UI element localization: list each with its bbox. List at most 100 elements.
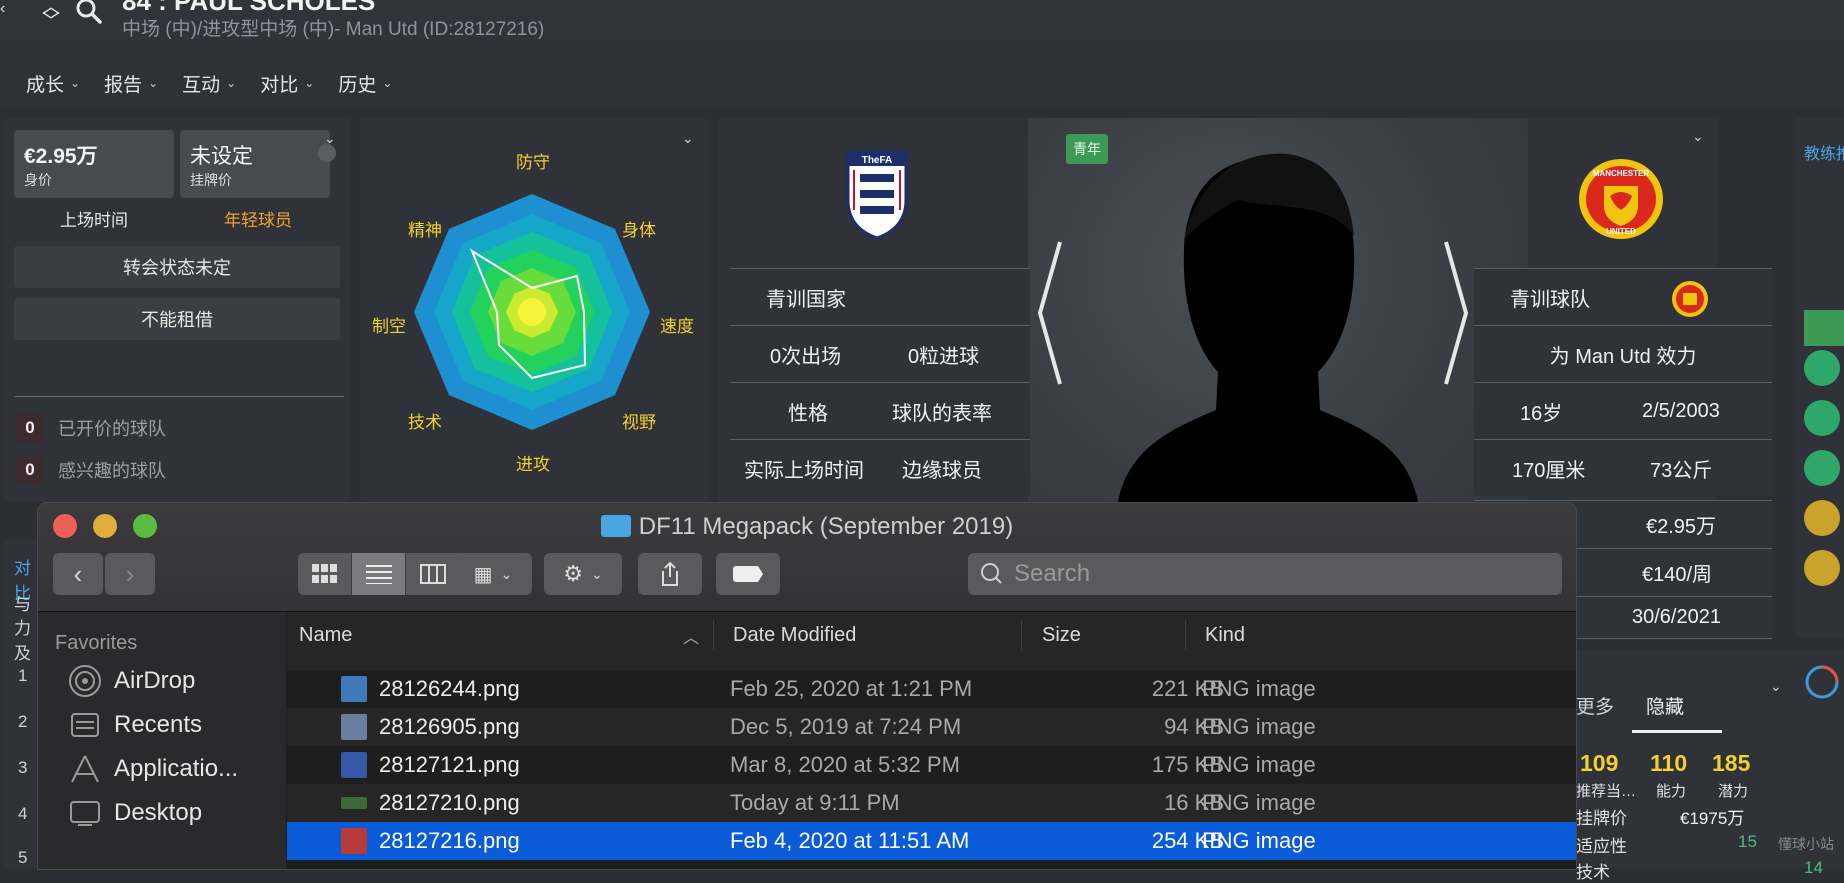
recents-icon bbox=[68, 708, 102, 742]
tab-underline bbox=[1632, 730, 1722, 733]
nav-label: 历史 bbox=[338, 74, 377, 96]
radar-label-speed: 速度 bbox=[660, 317, 694, 336]
chevron-down-icon[interactable]: ⌄ bbox=[1770, 678, 1782, 695]
tab-hidden[interactable]: 隐藏 bbox=[1646, 692, 1684, 719]
column-view-button[interactable] bbox=[406, 553, 460, 595]
back-arrow-icon[interactable]: ‹ bbox=[0, 0, 12, 20]
info-row-appearances: 0次出场 0粒进球 bbox=[730, 325, 1030, 382]
group-by-button[interactable]: ▦ ⌄ bbox=[454, 553, 532, 595]
column-header-size[interactable]: Size bbox=[1042, 624, 1081, 647]
interest-row[interactable]: 0 感兴趣的球队 bbox=[16, 456, 166, 484]
file-name: 28126905.png bbox=[379, 714, 520, 739]
asking-price-box[interactable]: 未设定 挂牌价 bbox=[180, 130, 330, 198]
row-number: 4 bbox=[18, 804, 28, 823]
potential-label: 潜力 bbox=[1718, 783, 1749, 800]
column-header-name[interactable]: Name bbox=[299, 624, 352, 647]
tags-button[interactable] bbox=[716, 553, 780, 595]
adaptability-value: 15 bbox=[1738, 832, 1757, 851]
search-icon[interactable] bbox=[74, 0, 104, 28]
row-number: 3 bbox=[18, 758, 28, 777]
value-box[interactable]: €2.95万 身价 bbox=[14, 130, 174, 198]
club-mini-crest-icon bbox=[1672, 281, 1708, 317]
table-row-selected[interactable]: 28127216.png Feb 4, 2020 at 11:51 AM 254… bbox=[287, 822, 1576, 860]
nav-reports[interactable]: 报告 ⌄ bbox=[92, 68, 170, 98]
chevron-down-icon: ⌄ bbox=[70, 76, 81, 90]
action-button[interactable]: ⚙ ⌄ bbox=[544, 553, 622, 595]
table-row[interactable] bbox=[287, 658, 1576, 670]
up-down-arrows[interactable]: ︿ ﹀ bbox=[34, 0, 68, 36]
nav-compare[interactable]: 对比 ⌄ bbox=[248, 68, 326, 98]
info-row-plays-for: 为 Man Utd 效力 bbox=[1474, 325, 1772, 382]
sidebar-item-airdrop[interactable]: AirDrop bbox=[68, 664, 195, 698]
column-header-kind[interactable]: Kind bbox=[1205, 624, 1245, 647]
youth-tag: 青年 bbox=[1066, 134, 1108, 164]
refresh-icon[interactable] bbox=[1804, 664, 1840, 700]
list-view-button[interactable] bbox=[352, 553, 406, 595]
playing-time-label: 实际上场时间 bbox=[744, 459, 864, 482]
player-profile-panel: ⌄ TheFA MANCHESTER UNITED 青年 青训国家 0次出场 0… bbox=[718, 118, 1772, 502]
handshake-icon[interactable] bbox=[1804, 500, 1840, 536]
chevron-down-icon[interactable]: ﹀ bbox=[34, 12, 68, 30]
potential-value: 185 bbox=[1712, 750, 1751, 776]
table-row[interactable]: 28127121.png Mar 8, 2020 at 5:32 PM 175 … bbox=[287, 746, 1576, 784]
nav-interaction[interactable]: 互动 ⌄ bbox=[170, 68, 248, 98]
column-divider[interactable] bbox=[713, 620, 714, 650]
share-icon bbox=[662, 561, 678, 586]
table-row[interactable]: 28127210.png Today at 9:11 PM 16 KB PNG … bbox=[287, 784, 1576, 822]
chevron-down-icon[interactable]: ⌄ bbox=[324, 130, 336, 147]
search-icon bbox=[981, 563, 1002, 584]
asking-amount: 未设定 bbox=[190, 145, 253, 168]
dna-icon[interactable] bbox=[1804, 350, 1840, 386]
table-row[interactable]: 28126244.png Feb 25, 2020 at 1:21 PM 221… bbox=[287, 670, 1576, 708]
file-date: Dec 5, 2019 at 7:24 PM bbox=[730, 714, 962, 739]
back-button[interactable]: ‹ bbox=[53, 553, 103, 595]
tab-more[interactable]: 更多 bbox=[1576, 692, 1614, 719]
icon-view-button[interactable] bbox=[298, 553, 352, 595]
finder-window: DF11 Megapack (September 2019) ‹ › ▦ ⌄ ⚙ ⌄… bbox=[37, 502, 1577, 870]
column-header-date[interactable]: Date Modified bbox=[733, 624, 856, 647]
head-icon[interactable] bbox=[1804, 400, 1840, 436]
chevron-down-icon: ⌄ bbox=[226, 76, 237, 90]
chevron-down-icon[interactable]: ⌄ bbox=[682, 130, 694, 147]
file-date: Today at 9:11 PM bbox=[730, 790, 900, 815]
forward-button[interactable]: › bbox=[105, 553, 155, 595]
nav-development[interactable]: 成长 ⌄ bbox=[0, 68, 92, 98]
sort-ascending-icon[interactable]: ︿ bbox=[683, 624, 699, 648]
search-input[interactable] bbox=[1012, 559, 1536, 589]
offers-row[interactable]: 0 已开价的球队 bbox=[16, 414, 166, 442]
share-button[interactable] bbox=[638, 553, 702, 595]
coach-panel: 教练推 bbox=[1796, 118, 1844, 638]
desktop-icon bbox=[68, 796, 102, 830]
watermark-text: 懂球小站 bbox=[1778, 836, 1834, 852]
sidebar-item-label: Applicatio... bbox=[114, 755, 239, 782]
coach-recommendation-label[interactable]: 教练推 bbox=[1804, 140, 1844, 164]
playing-time-value: 边缘球员 bbox=[902, 459, 982, 482]
sidebar-item-recents[interactable]: Recents bbox=[68, 708, 202, 742]
transfer-status-button[interactable]: 转会状态未定 bbox=[14, 246, 340, 288]
fa-badge-logo: TheFA bbox=[846, 150, 908, 240]
file-name: 28126244.png bbox=[379, 676, 520, 701]
file-name: 28127121.png bbox=[379, 752, 520, 777]
loan-status-button[interactable]: 不能租借 bbox=[14, 298, 340, 340]
cone-icon[interactable] bbox=[1804, 550, 1840, 586]
favorites-heading: Favorites bbox=[55, 632, 138, 654]
attribute-radar-panel: ⌄ 防守 身体 速度 视野 进攻 技术 制空 精神 bbox=[360, 118, 708, 502]
value-row-amount: €2.95万 bbox=[1646, 516, 1717, 538]
file-kind: PNG image bbox=[1202, 790, 1316, 815]
radar-label-technique: 技术 bbox=[408, 413, 442, 432]
sidebar-item-applications[interactable]: Applicatio... bbox=[68, 752, 238, 786]
column-divider[interactable] bbox=[1185, 620, 1186, 650]
sidebar-item-desktop[interactable]: Desktop bbox=[68, 796, 202, 830]
nav-history[interactable]: 历史 ⌄ bbox=[326, 68, 404, 98]
ability-label: 能力 bbox=[1656, 783, 1687, 800]
nav-label: 报告 bbox=[104, 74, 143, 96]
column-divider[interactable] bbox=[1021, 620, 1022, 650]
radar-label-aerial: 制空 bbox=[372, 317, 406, 336]
search-field[interactable] bbox=[968, 553, 1562, 595]
next-photo-icon[interactable] bbox=[1442, 238, 1472, 388]
chevron-down-icon[interactable]: ⌄ bbox=[1692, 128, 1704, 145]
previous-photo-icon[interactable] bbox=[1034, 238, 1064, 388]
table-row[interactable]: 28126905.png Dec 5, 2019 at 7:24 PM 94 K… bbox=[287, 708, 1576, 746]
info-row-playing-time: 实际上场时间 边缘球员 bbox=[730, 439, 1030, 496]
target-icon[interactable] bbox=[1804, 450, 1840, 486]
